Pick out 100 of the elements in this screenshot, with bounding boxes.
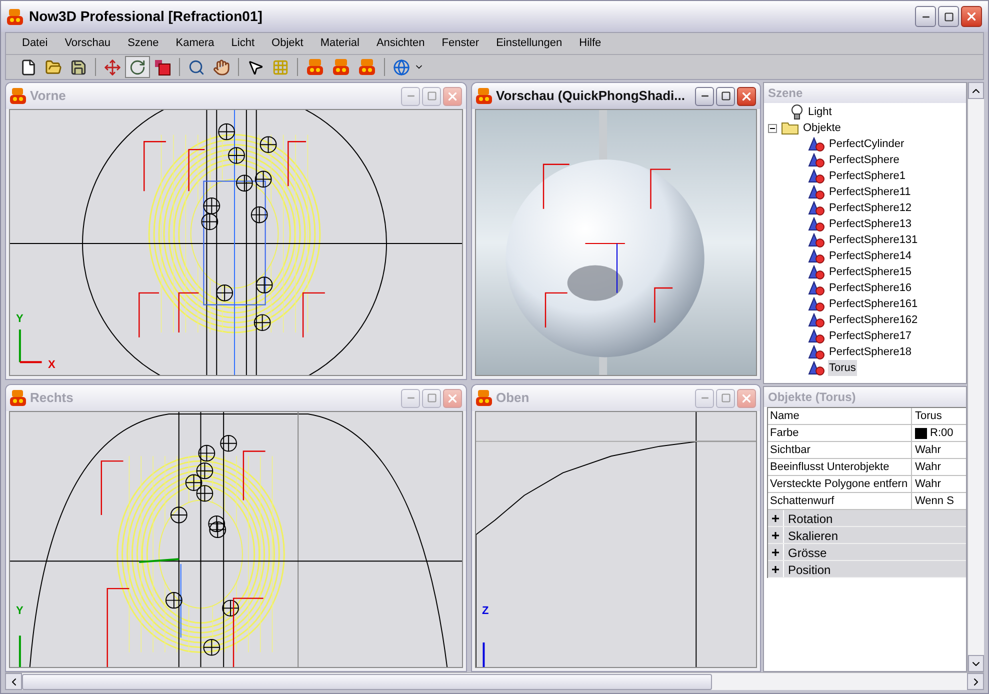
tree-item[interactable]: PerfectSphere [828,152,900,168]
close-button[interactable] [961,6,982,27]
axis-label: Y [16,606,24,617]
property-name: Name [768,408,912,424]
pointer-icon [247,58,264,76]
render-icon [306,58,324,76]
tree-item[interactable]: PerfectSphere18 [828,344,913,360]
cone-sphere-icon [808,136,825,152]
menu-item[interactable]: Szene [128,35,159,52]
grid-icon [272,58,289,76]
menu-item[interactable]: Datei [22,35,48,52]
menu-item[interactable]: Ansichten [376,35,425,52]
panel-title: Objekte (Torus) [764,387,966,407]
property-name: Sichtbar [768,442,912,458]
property-name: Beeinflusst Unterobjekte [768,459,912,475]
cone-sphere-icon [808,152,825,168]
tree-item[interactable]: PerfectSphere12 [828,200,913,216]
app-logo-icon [7,8,23,26]
axis-label: Z [482,606,489,617]
horizontal-scrollbar[interactable] [5,672,984,690]
menu-item[interactable]: Objekt [272,35,304,52]
app-logo-icon [10,87,26,105]
app-logo-icon [476,389,492,407]
scroll-down-button[interactable] [968,655,984,672]
collapse-icon[interactable] [768,124,777,132]
menu-item[interactable]: Einstellungen [496,35,562,52]
maximize-button[interactable] [938,6,959,27]
move-icon [104,58,121,76]
cone-sphere-icon [808,344,825,360]
maximize-icon [426,91,436,101]
cone-sphere-icon [808,328,825,344]
menu-item[interactable]: Licht [231,35,255,52]
tree-item[interactable]: PerfectSphere17 [828,328,913,344]
search-icon [188,58,205,76]
close-button[interactable] [737,86,756,106]
cone-sphere-icon [808,312,825,328]
scale-icon [154,58,171,76]
property-value: Wenn S [915,494,954,509]
cone-sphere-icon [808,296,825,312]
close-icon [740,90,753,102]
expand-icon[interactable] [772,566,779,572]
property-value: Wahr [915,442,941,458]
light-bulb-icon [790,104,804,120]
menu-item[interactable]: Kamera [176,35,214,52]
maximize-icon [720,91,730,101]
tree-item[interactable]: PerfectSphere1 [828,168,906,184]
tree-item[interactable]: PerfectSphere16 [828,280,913,296]
tree-item[interactable]: Objekte [802,120,842,136]
axis-label: Y [16,314,24,325]
maximize-button[interactable] [716,86,735,106]
close-icon [446,392,459,404]
cone-sphere-icon [808,248,825,264]
scrollbar-thumb[interactable] [22,674,712,690]
minimize-button[interactable] [915,6,936,27]
app-logo-icon [476,87,492,105]
tree-item[interactable]: PerfectSphere15 [828,264,913,280]
tree-item[interactable]: PerfectSphere131 [828,232,919,248]
menu-item[interactable]: Fenster [442,35,480,52]
expand-icon[interactable] [772,514,779,522]
property-value: Wahr [915,460,941,475]
viewport-title: Vorne [30,87,67,106]
expand-icon[interactable] [772,548,779,556]
hand-icon [213,58,230,76]
tree-item[interactable]: PerfectSphere14 [828,248,913,264]
save-icon [70,58,87,76]
close-icon [446,90,459,102]
viewport-title: Oben [496,389,530,408]
cone-sphere-icon [808,216,825,232]
render-icon [332,58,350,76]
scroll-up-button[interactable] [968,82,984,99]
rotate-icon [129,58,146,76]
app-logo-icon [10,389,26,407]
expand-icon[interactable] [772,532,779,538]
viewport-title: Rechts [30,389,74,408]
tree-item[interactable]: Torus [828,360,857,376]
tree-item[interactable]: PerfectSphere161 [828,296,919,312]
open-folder-icon [45,58,62,76]
tree-item[interactable]: PerfectSphere13 [828,216,913,232]
axis-label: X [48,360,56,371]
minimize-button[interactable] [695,86,714,106]
property-name: Schattenwurf [768,493,912,509]
property-value: Torus [915,408,942,424]
cone-sphere-icon [808,232,825,248]
cone-sphere-icon [808,200,825,216]
tree-item[interactable]: Light [807,104,833,120]
scroll-left-button[interactable] [5,673,22,690]
menu-item[interactable]: Vorschau [64,35,111,52]
tree-item[interactable]: PerfectSphere11 [828,184,912,200]
cone-sphere-icon [808,264,825,280]
panel-title: Szene [764,83,966,103]
tree-item[interactable]: PerfectSphere162 [828,312,919,328]
vertical-scrollbar[interactable] [967,82,984,672]
property-value: R:00 [930,426,954,441]
scroll-right-button[interactable] [967,673,984,690]
menu-item[interactable]: Material [320,35,360,52]
tree-item[interactable]: PerfectCylinder [828,136,906,152]
globe-icon [393,58,410,76]
cone-sphere-icon [808,360,825,376]
cone-sphere-icon [808,168,825,184]
menu-item[interactable]: Hilfe [579,35,602,52]
